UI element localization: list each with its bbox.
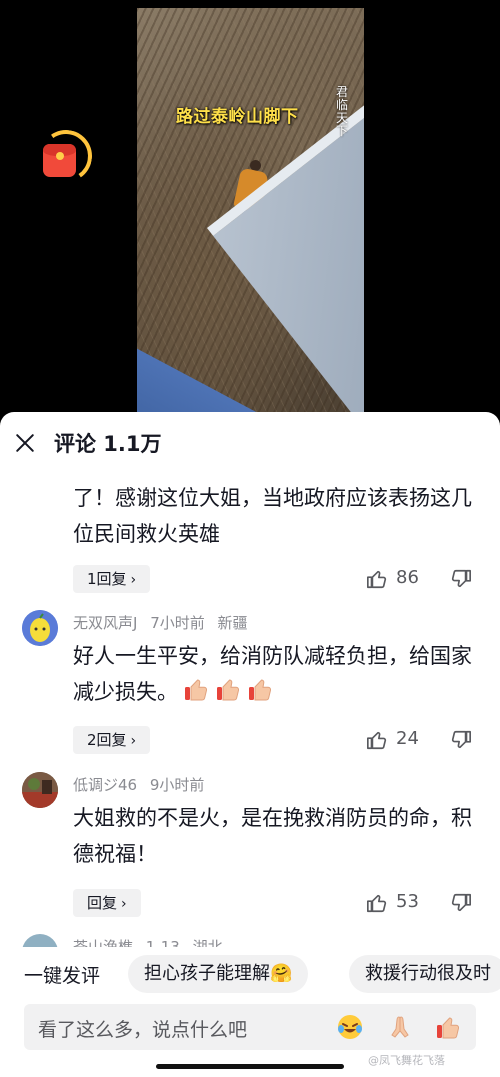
comment-meta: 无双风声J 7小时前 新疆 (73, 612, 256, 633)
like-count: 86 (396, 567, 419, 588)
video-caption: 路过泰岭山脚下 (176, 107, 299, 127)
quick-comment-chip[interactable]: 救援行动很及时 (349, 955, 500, 993)
comment-input[interactable]: 看了这么多，说点什么吧 (24, 1004, 476, 1050)
quick-comment-bar: 一键发评 担心孩子能理解🤗 救援行动很及时 (0, 955, 500, 995)
reply-button[interactable]: 1回复 › (73, 565, 151, 593)
landscape-avatar-icon (22, 772, 58, 808)
comment-count-title: 评论 1.1万 (54, 432, 162, 456)
red-envelope-bag (43, 144, 76, 177)
lemon-avatar-icon (22, 610, 58, 646)
thumbs-up-icon (367, 731, 387, 750)
timestamp: 7小时前 (150, 614, 205, 632)
close-icon[interactable] (12, 430, 38, 456)
reply-label: 2回复 (87, 731, 127, 749)
thumbs-up-emoji (185, 679, 208, 701)
avatar[interactable] (22, 610, 58, 646)
chevron-right-icon: › (130, 572, 137, 588)
comment-text: 了！感谢这位大姐，当地政府应该表扬这几位民间救火英雄 (73, 486, 472, 546)
thumbs-up-emoji (217, 679, 240, 701)
chevron-right-icon: › (121, 896, 127, 912)
username[interactable]: 苍山渔樵 (73, 938, 133, 947)
comment-list[interactable]: 了！感谢这位大姐，当地政府应该表扬这几位民间救火英雄 1回复 › 86 无双风声J… (0, 472, 500, 947)
reply-label: 1回复 (87, 570, 127, 588)
thumbs-down-icon[interactable] (450, 568, 472, 590)
comment-text: 大姐救的不是火，是在挽救消防员的命，积德祝福！ (73, 806, 472, 866)
home-indicator[interactable] (156, 1064, 344, 1069)
username[interactable]: 无双风声J (73, 614, 137, 632)
thumbs-up-icon (367, 894, 387, 913)
corner-watermark: @凤飞舞花飞落 (368, 1054, 445, 1067)
avatar[interactable] (22, 934, 58, 947)
thumbs-up-emoji (249, 679, 272, 701)
username[interactable]: 低调ジ46 (73, 776, 137, 794)
comment-meta: 苍山渔樵 1-13 湖北 (73, 936, 231, 947)
praying-hands-emoji-icon[interactable] (386, 1013, 414, 1041)
video-player[interactable]: 路过泰岭山脚下 君临天下 (0, 0, 500, 430)
like-count: 53 (396, 891, 419, 912)
location: 新疆 (217, 614, 248, 632)
like-count: 24 (396, 728, 419, 749)
sheet-header: 评论 1.1万 (0, 412, 500, 472)
thumbs-down-icon[interactable] (450, 892, 472, 914)
timestamp: 1-13 (145, 938, 180, 947)
laughing-crying-emoji-icon[interactable] (336, 1013, 364, 1041)
red-envelope-icon[interactable] (35, 125, 97, 187)
comment-sheet: 评论 1.1万 了！感谢这位大姐，当地政府应该表扬这几位民间救火英雄 1回复 › … (0, 412, 500, 1077)
like-button[interactable]: 86 (366, 565, 446, 593)
reply-label: 回复 (87, 894, 118, 912)
location: 湖北 (192, 938, 223, 947)
video-watermark: 君临天下 (336, 85, 349, 138)
reply-button[interactable]: 回复 › (73, 889, 141, 917)
reply-button[interactable]: 2回复 › (73, 726, 151, 754)
like-button[interactable]: 53 (366, 889, 446, 917)
avatar[interactable] (22, 772, 58, 808)
thumbs-up-emoji-icon[interactable] (434, 1013, 462, 1041)
comment-input-placeholder: 看了这么多，说点什么吧 (38, 1019, 248, 1041)
like-button[interactable]: 24 (366, 726, 446, 754)
thumbs-down-icon[interactable] (450, 729, 472, 751)
video-frame: 路过泰岭山脚下 君临天下 (137, 8, 364, 412)
comment-text: 好人一生平安，给消防队减轻负担，给国家减少损失。 (73, 638, 483, 710)
chevron-right-icon: › (130, 733, 137, 749)
quick-comment-label: 一键发评 (24, 965, 101, 987)
comment-meta: 低调ジ46 9小时前 (73, 774, 212, 795)
thumbs-up-icon (367, 570, 387, 589)
timestamp: 9小时前 (149, 776, 205, 794)
quick-comment-chip[interactable]: 担心孩子能理解🤗 (128, 955, 309, 993)
